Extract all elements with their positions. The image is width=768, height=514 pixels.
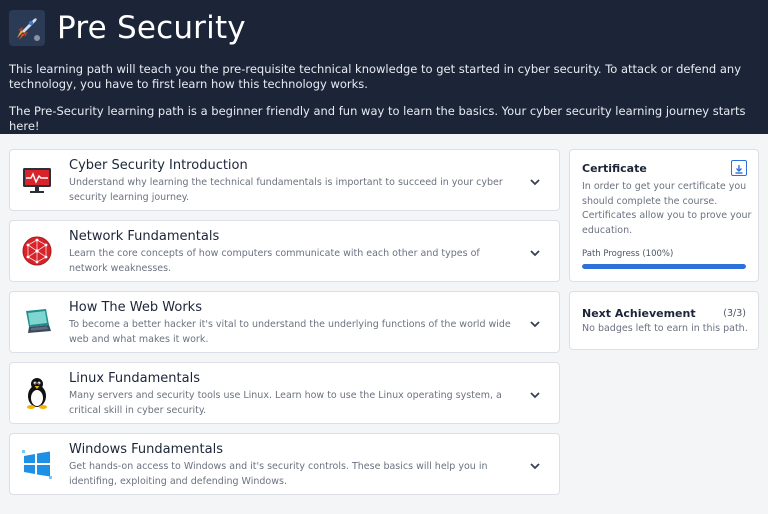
windows-logo-icon [20, 447, 54, 481]
module-title: Network Fundamentals [69, 229, 220, 244]
module-title: How The Web Works [69, 300, 202, 315]
achievement-title: Next Achievement [582, 307, 696, 320]
laptop-icon [20, 305, 54, 339]
module-title: Linux Fundamentals [69, 371, 200, 386]
chevron-down-icon[interactable] [528, 245, 542, 259]
achievement-description: No badges left to earn in this path. [582, 323, 748, 334]
chevron-down-icon[interactable] [528, 458, 542, 472]
download-certificate-button[interactable] [731, 160, 747, 176]
path-header: Pre Security This learning path will tea… [0, 0, 768, 134]
certificate-title: Certificate [582, 162, 647, 175]
chevron-down-icon[interactable] [528, 174, 542, 188]
rocket-icon [9, 10, 45, 46]
network-globe-icon [20, 234, 54, 268]
certificate-card: Certificate In order to get your certifi… [569, 149, 759, 282]
page-title: Pre Security [57, 10, 246, 46]
linux-penguin-icon [20, 376, 54, 410]
path-intro-text: The Pre-Security learning path is a begi… [9, 104, 746, 133]
module-description: Learn the core concepts of how computers… [69, 248, 480, 274]
path-progress-bar [582, 264, 746, 269]
module-description: Understand why learning the technical fu… [69, 177, 503, 203]
chevron-down-icon[interactable] [528, 316, 542, 330]
next-achievement-card: Next Achievement (3/3) No badges left to… [569, 291, 759, 350]
module-description: Many servers and security tools use Linu… [69, 390, 502, 416]
module-title: Cyber Security Introduction [69, 158, 248, 173]
module-network-fundamentals[interactable]: Network Fundamentals Learn the core conc… [9, 220, 560, 282]
path-progress-label: Path Progress (100%) [582, 249, 674, 259]
path-progress-fill [582, 264, 746, 269]
achievement-count: (3/3) [723, 308, 746, 319]
module-list: Cyber Security Introduction Understand w… [9, 149, 560, 504]
module-description: To become a better hacker it's vital to … [69, 319, 511, 345]
module-linux-fundamentals[interactable]: Linux Fundamentals Many servers and secu… [9, 362, 560, 424]
module-title: Windows Fundamentals [69, 442, 223, 457]
download-icon [734, 159, 744, 178]
path-description: This learning path will teach you the pr… [9, 62, 742, 91]
certificate-description: In order to get your certificate you sho… [582, 181, 752, 236]
monitor-heartbeat-icon [20, 163, 54, 197]
module-windows-fundamentals[interactable]: Windows Fundamentals Get hands-on access… [9, 433, 560, 495]
chevron-down-icon[interactable] [528, 387, 542, 401]
module-cyber-security-introduction[interactable]: Cyber Security Introduction Understand w… [9, 149, 560, 211]
module-how-the-web-works[interactable]: How The Web Works To become a better hac… [9, 291, 560, 353]
module-description: Get hands-on access to Windows and it's … [69, 461, 488, 487]
